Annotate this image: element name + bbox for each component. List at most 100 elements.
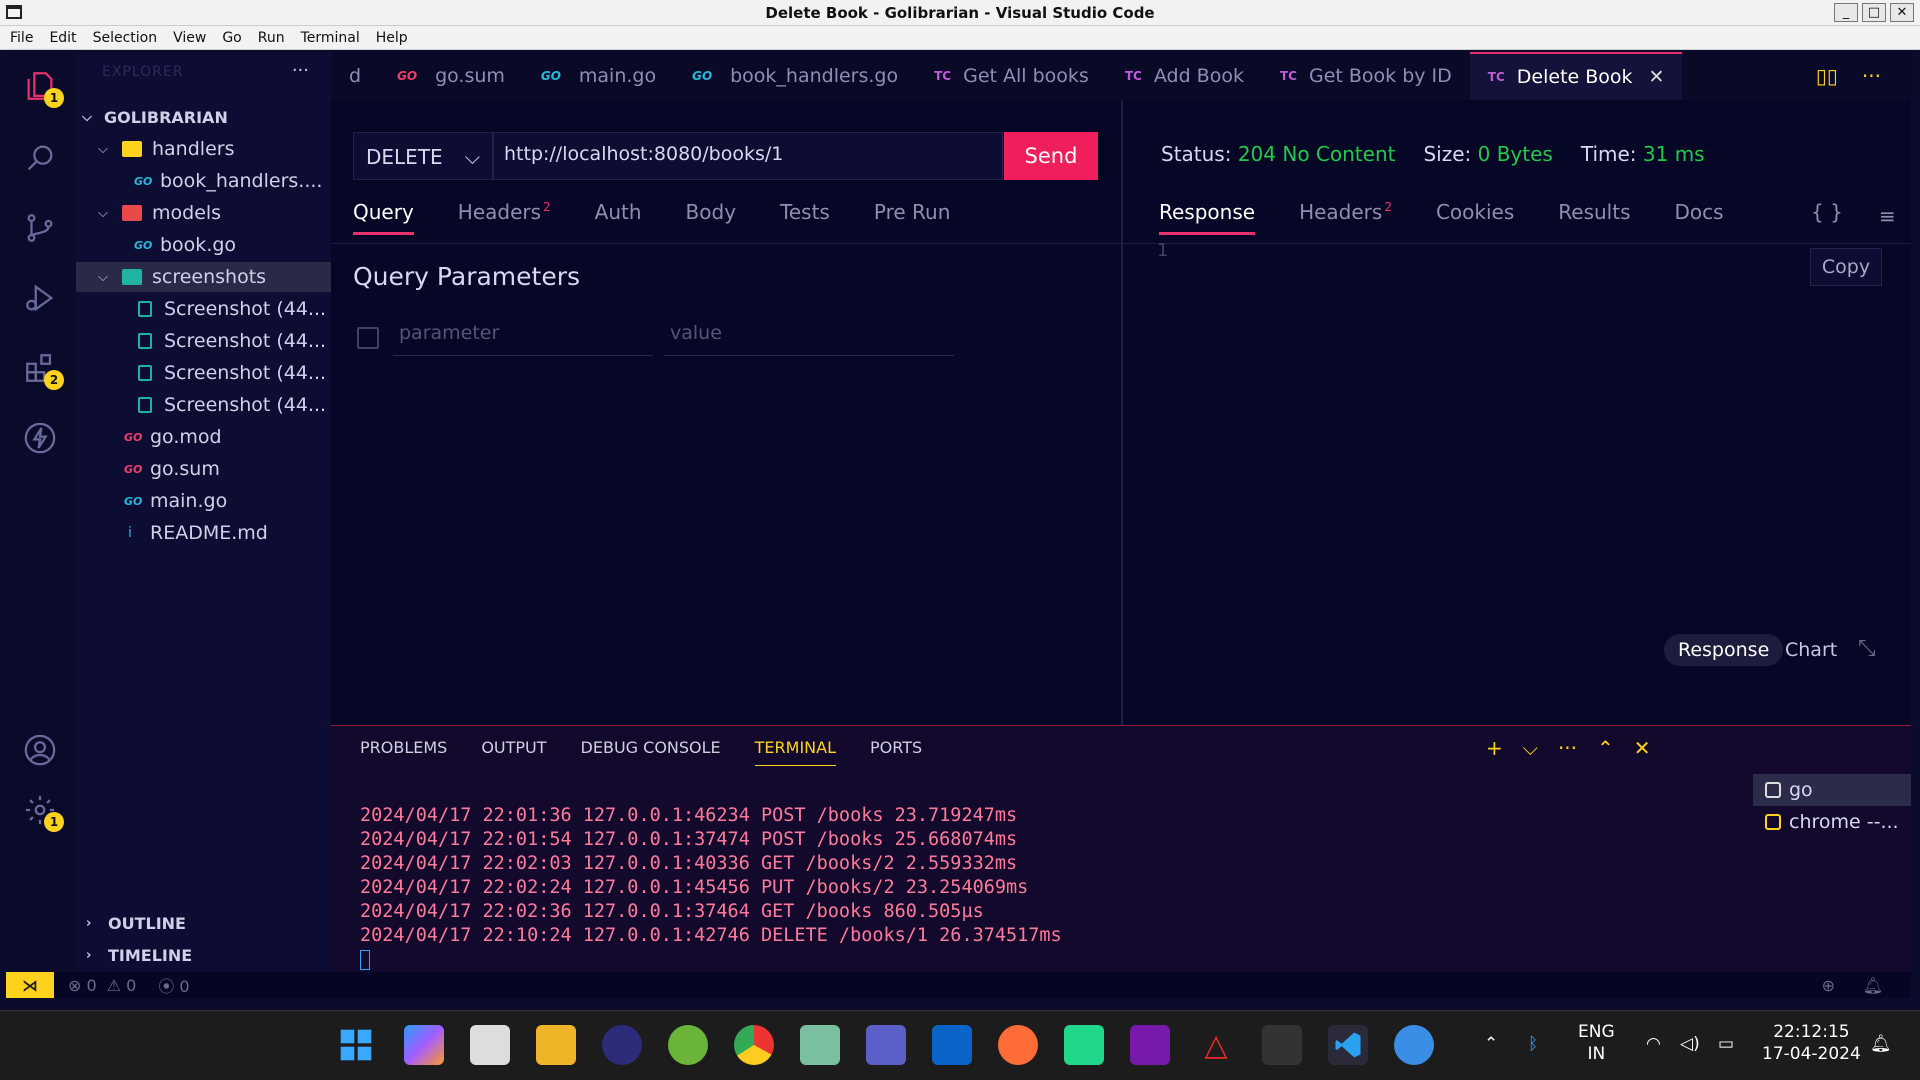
- close-panel-icon[interactable]: ✕: [1634, 736, 1651, 760]
- param-checkbox[interactable]: [357, 327, 379, 349]
- file-screenshot[interactable]: Screenshot (44...: [76, 390, 331, 420]
- tab-pre-run[interactable]: Pre Run: [874, 200, 951, 235]
- more-actions-icon[interactable]: ···: [1558, 736, 1577, 760]
- run-debug-icon[interactable]: [22, 280, 58, 316]
- ports-indicator[interactable]: ⦿ 0: [158, 973, 189, 997]
- copilot-icon[interactable]: [404, 1025, 444, 1065]
- tab-add-book[interactable]: TC Add Book: [1107, 52, 1262, 100]
- menu-go[interactable]: Go: [222, 30, 241, 46]
- tab-ports[interactable]: PORTS: [870, 738, 922, 766]
- account-icon[interactable]: [22, 732, 58, 768]
- parameter-input[interactable]: parameter: [393, 318, 653, 356]
- tab-go-sum[interactable]: GO go.sum: [379, 52, 523, 100]
- tab-problems[interactable]: PROBLEMS: [360, 738, 447, 766]
- file-explorer-icon[interactable]: [536, 1025, 576, 1065]
- menu-help[interactable]: Help: [376, 30, 408, 46]
- notifications-icon[interactable]: 🔔︎: [1863, 976, 1883, 995]
- extensions-icon[interactable]: 2: [22, 350, 64, 390]
- more-actions-icon[interactable]: ···: [292, 60, 309, 81]
- maximize-button[interactable]: □: [1862, 3, 1886, 22]
- minimize-button[interactable]: _: [1834, 3, 1858, 22]
- file-screenshot[interactable]: Screenshot (44...: [76, 358, 331, 388]
- menu-edit[interactable]: Edit: [49, 30, 76, 46]
- notification-bell-icon[interactable]: 🔔︎: [1870, 1033, 1892, 1055]
- notepad-icon[interactable]: [800, 1025, 840, 1065]
- chrome-dev-icon[interactable]: [1394, 1025, 1434, 1065]
- zoom-icon[interactable]: ⊕: [1822, 976, 1835, 995]
- terminal-item-chrome[interactable]: chrome --...: [1753, 806, 1911, 838]
- tab-output[interactable]: OUTPUT: [481, 738, 546, 766]
- pycharm-icon[interactable]: [1064, 1025, 1104, 1065]
- tab-auth[interactable]: Auth: [595, 200, 642, 235]
- menu-run[interactable]: Run: [258, 30, 285, 46]
- tab-cookies[interactable]: Cookies: [1436, 200, 1514, 235]
- format-braces-icon[interactable]: { }: [1811, 200, 1843, 224]
- postman-icon[interactable]: [998, 1025, 1038, 1065]
- chevron-down-icon[interactable]: ⌵: [1523, 736, 1538, 760]
- folder-handlers[interactable]: ⌵ handlers: [76, 134, 331, 164]
- terminal-app-icon[interactable]: [1262, 1025, 1302, 1065]
- timeline-section[interactable]: › TIMELINE: [76, 940, 331, 970]
- tab-tests[interactable]: Tests: [780, 200, 830, 235]
- vscode-icon[interactable]: [1328, 1025, 1368, 1065]
- task-view-icon[interactable]: [470, 1025, 510, 1065]
- expand-icon[interactable]: ⤡: [1858, 636, 1876, 661]
- menu-file[interactable]: File: [10, 30, 33, 46]
- new-terminal-icon[interactable]: +: [1486, 736, 1503, 760]
- url-input[interactable]: http://localhost:8080/books/1: [493, 132, 1003, 180]
- wifi-icon[interactable]: ◠: [1646, 1033, 1661, 1055]
- file-screenshot[interactable]: Screenshot (44...: [76, 326, 331, 356]
- errors-indicator[interactable]: ⊗ 0: [68, 976, 97, 995]
- outline-section[interactable]: › OUTLINE: [76, 908, 331, 938]
- file-main-go[interactable]: GO main.go: [76, 486, 331, 516]
- tab-book-handlers[interactable]: GO book_handlers.go: [674, 52, 916, 100]
- tab-get-all-books[interactable]: TC Get All books: [916, 52, 1107, 100]
- file-go-mod[interactable]: GO go.mod: [76, 422, 331, 452]
- tab-get-book-by-id[interactable]: TC Get Book by ID: [1262, 52, 1470, 100]
- eclipse-icon[interactable]: [602, 1025, 642, 1065]
- close-window-button[interactable]: ✕: [1890, 3, 1914, 22]
- chevron-up-icon[interactable]: ⌃: [1484, 1033, 1498, 1055]
- tab-body[interactable]: Body: [686, 200, 737, 235]
- tab-response[interactable]: Response: [1159, 200, 1256, 235]
- tab-terminal[interactable]: TERMINAL: [754, 738, 837, 766]
- chrome-icon[interactable]: [734, 1025, 774, 1065]
- tab-response-headers[interactable]: Headers 2: [1299, 200, 1392, 235]
- pane-divider[interactable]: [1121, 100, 1123, 725]
- tab-debug-console[interactable]: DEBUG CONSOLE: [581, 738, 721, 766]
- tab-d[interactable]: d: [331, 52, 379, 100]
- file-readme[interactable]: i README.md: [76, 518, 331, 548]
- battery-icon[interactable]: ▭: [1718, 1033, 1734, 1055]
- more-actions-icon[interactable]: ···: [1862, 64, 1881, 88]
- menu-view[interactable]: View: [173, 30, 206, 46]
- explorer-icon[interactable]: 1: [22, 68, 64, 108]
- tab-query[interactable]: Query: [353, 200, 414, 235]
- terminal-item-go[interactable]: go: [1753, 774, 1911, 806]
- menu-terminal[interactable]: Terminal: [301, 30, 360, 46]
- value-input[interactable]: value: [664, 318, 954, 356]
- teams-icon[interactable]: [866, 1025, 906, 1065]
- maximize-panel-icon[interactable]: ⌃: [1597, 736, 1614, 760]
- volume-icon[interactable]: ◁): [1680, 1033, 1700, 1055]
- bluetooth-icon[interactable]: ᛒ: [1528, 1033, 1538, 1055]
- view-chart-button[interactable]: Chart: [1785, 634, 1837, 666]
- language-indicator[interactable]: ENG IN: [1578, 1021, 1615, 1065]
- close-icon[interactable]: ✕: [1649, 66, 1665, 88]
- file-screenshot[interactable]: Screenshot (44...: [76, 294, 331, 324]
- copy-button[interactable]: Copy: [1810, 248, 1882, 286]
- menu-lines-icon[interactable]: ≡: [1879, 204, 1896, 228]
- menu-selection[interactable]: Selection: [93, 30, 158, 46]
- clock[interactable]: 22:12:15 17-04-2024: [1762, 1021, 1861, 1065]
- start-icon[interactable]: [336, 1025, 376, 1065]
- autodesk-icon[interactable]: △: [1196, 1025, 1236, 1065]
- folder-models[interactable]: ⌵ models: [76, 198, 331, 228]
- source-control-icon[interactable]: [22, 210, 58, 246]
- file-go-sum[interactable]: GO go.sum: [76, 454, 331, 484]
- tab-delete-book[interactable]: TC Delete Book ✕: [1469, 52, 1683, 100]
- settings-gear-icon[interactable]: 1: [22, 792, 64, 832]
- onenote-icon[interactable]: [1130, 1025, 1170, 1065]
- search-icon[interactable]: [22, 140, 58, 176]
- outlook-icon[interactable]: [932, 1025, 972, 1065]
- view-response-button[interactable]: Response: [1664, 634, 1784, 666]
- terminal-output[interactable]: 2024/04/17 22:01:36 127.0.0.1:46234 POST…: [360, 804, 1062, 972]
